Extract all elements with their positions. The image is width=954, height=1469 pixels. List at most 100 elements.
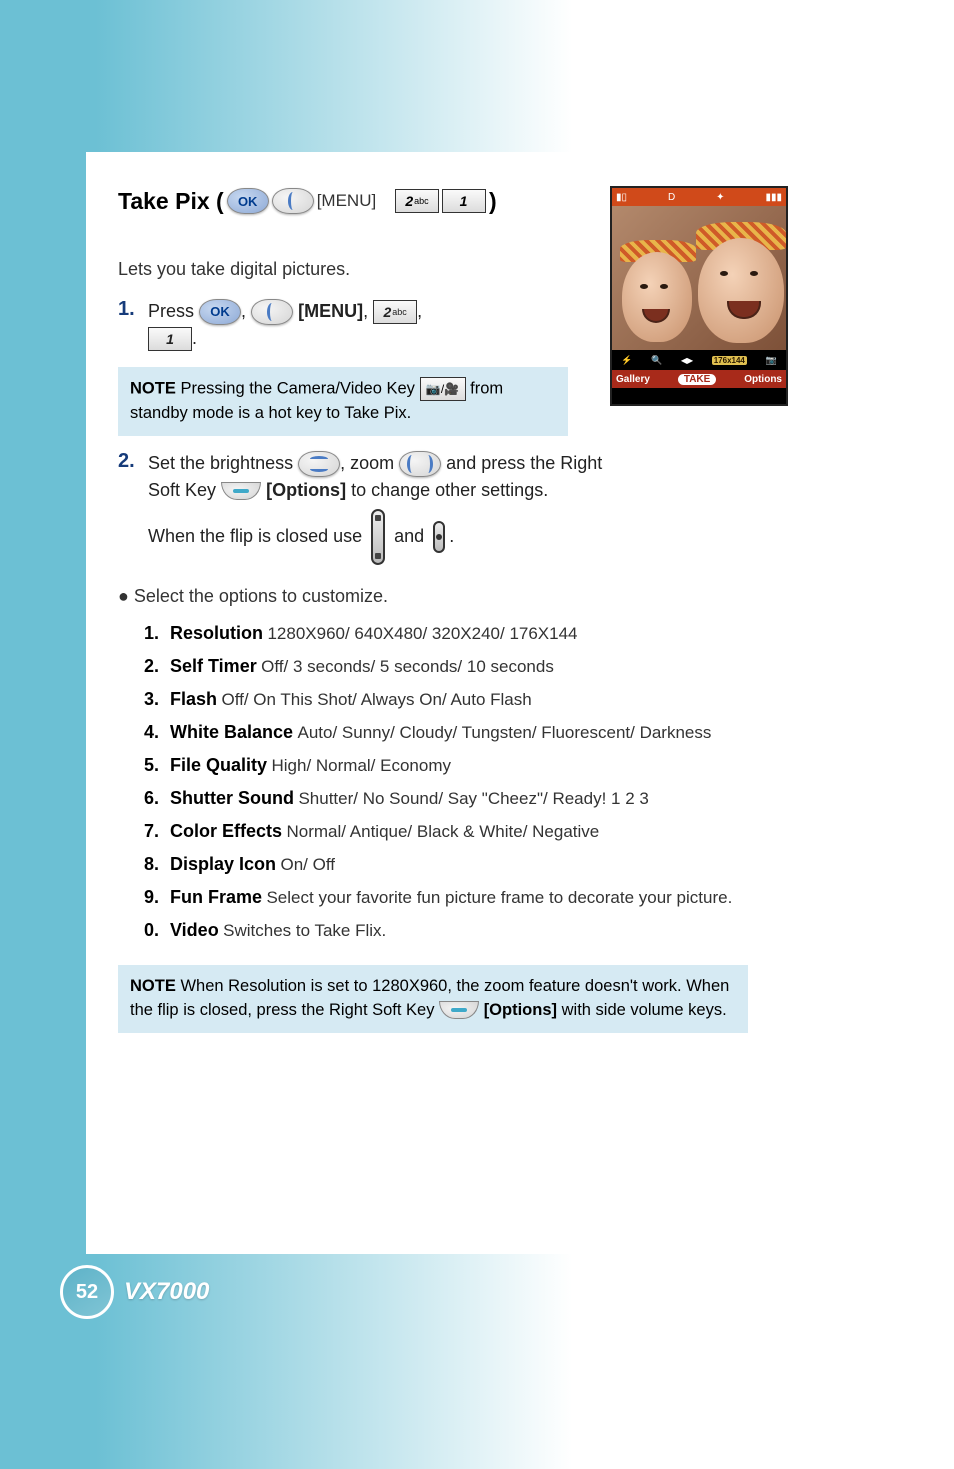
side-volume-key-icon xyxy=(371,509,385,565)
option-item: 6. Shutter Sound Shutter/ No Sound/ Say … xyxy=(142,788,782,809)
ok-key-icon: OK xyxy=(227,188,269,214)
phone-screenshot: ▮▯ D ✦ ▮▮▮ ⚡ 🔍 ◀▶ 176x144 📷 Ga xyxy=(610,186,788,406)
menu-label: [MENU] xyxy=(298,301,363,321)
option-desc: On/ Off xyxy=(280,855,335,874)
option-title: Flash xyxy=(170,689,217,709)
option-item: 7. Color Effects Normal/ Antique/ Black … xyxy=(142,821,782,842)
option-number: 6. xyxy=(144,788,162,809)
option-desc: Off/ 3 seconds/ 5 seconds/ 10 seconds xyxy=(261,657,554,676)
option-item: 5. File Quality High/ Normal/ Economy xyxy=(142,755,782,776)
page-footer: 52 VX7000 xyxy=(60,1265,209,1319)
option-desc: Auto/ Sunny/ Cloudy/ Tungsten/ Fluoresce… xyxy=(297,723,711,742)
right-soft-key-icon xyxy=(221,482,261,500)
option-number: 5. xyxy=(144,755,162,776)
option-desc: Normal/ Antique/ Black & White/ Negative xyxy=(286,822,599,841)
section-title-suffix: ) xyxy=(489,188,497,215)
option-title: Resolution xyxy=(170,623,263,643)
option-item: 3. Flash Off/ On This Shot/ Always On/ A… xyxy=(142,689,782,710)
step2-softkey-word: Soft Key xyxy=(148,480,216,500)
option-desc: 1280X960/ 640X480/ 320X240/ 176X144 xyxy=(267,624,577,643)
key-2-digit: 2 xyxy=(383,302,391,322)
phone-softkey-bar: Gallery TAKE Options xyxy=(612,370,786,388)
step1-word-press: Press xyxy=(148,301,194,321)
option-number: 4. xyxy=(144,722,162,743)
camera-mode-icon: 📷 xyxy=(765,355,776,366)
option-number: 9. xyxy=(144,887,162,908)
updown-nav-key-icon xyxy=(298,451,340,477)
ok-key-label: OK xyxy=(210,303,230,322)
option-item: 0. Video Switches to Take Flix. xyxy=(142,920,782,941)
key-1-icon: 1 xyxy=(148,327,192,351)
intro-text: Lets you take digital pictures. xyxy=(118,256,568,284)
option-title: White Balance xyxy=(170,722,293,742)
step2-a: Set the brightness xyxy=(148,453,293,473)
option-number: 8. xyxy=(144,854,162,875)
option-title: Self Timer xyxy=(170,656,257,676)
option-desc: Off/ On This Shot/ Always On/ Auto Flash xyxy=(221,690,531,709)
step-number: 1. xyxy=(118,298,138,352)
location-icon: ✦ xyxy=(716,192,724,203)
zoom-icon: 🔍 xyxy=(651,355,662,366)
option-number: 3. xyxy=(144,689,162,710)
key-2-digit: 2 xyxy=(405,193,413,209)
key-2-icon: 2 abc xyxy=(373,300,417,324)
key-1-digit: 1 xyxy=(166,329,174,349)
model-label: VX7000 xyxy=(124,1278,209,1306)
option-title: Display Icon xyxy=(170,854,276,874)
step-text: Press OK , [MENU], 2 abc , 1 . xyxy=(148,298,422,352)
side-camera-key-icon xyxy=(433,521,445,553)
leftright-nav-key-icon xyxy=(399,451,441,477)
camera-video-key-icon: 📷/🎥 xyxy=(420,377,466,401)
options-lead: ● Select the options to customize. xyxy=(118,583,898,611)
resolution-chip: 176x144 xyxy=(712,356,747,365)
page-content: Take Pix ( OK [MENU] _ 2 abc 1 ) ▮▯ D ✦ … xyxy=(118,186,898,1033)
option-desc: High/ Normal/ Economy xyxy=(271,756,451,775)
key-1-digit: 1 xyxy=(460,193,468,209)
option-number: 7. xyxy=(144,821,162,842)
option-title: Video xyxy=(170,920,219,940)
note-label: NOTE xyxy=(130,380,176,398)
options-label: [Options] xyxy=(484,1001,557,1019)
page-number: 52 xyxy=(60,1265,114,1319)
key-2-sub: abc xyxy=(414,196,429,206)
option-number: 2. xyxy=(144,656,162,677)
option-desc: Shutter/ No Sound/ Say "Cheez"/ Ready! 1… xyxy=(298,789,648,808)
options-label: [Options] xyxy=(266,480,346,500)
step2-a3: and press the Right xyxy=(446,453,602,473)
battery-icon: ▮▮▮ xyxy=(765,192,782,203)
option-number: 0. xyxy=(144,920,162,941)
option-desc: Switches to Take Flix. xyxy=(223,921,386,940)
step-2: 2. Set the brightness , zoom and press t… xyxy=(118,450,758,565)
data-icon: D xyxy=(668,192,675,203)
left-nav-key-icon xyxy=(251,299,293,325)
option-desc: Select your favorite fun picture frame t… xyxy=(266,888,732,907)
note-text-a: Pressing the Camera/Video Key xyxy=(180,380,415,398)
phone-status-bar: ▮▯ D ✦ ▮▮▮ xyxy=(612,188,786,206)
options-list: 1. Resolution 1280X960/ 640X480/ 320X240… xyxy=(142,623,782,941)
right-soft-key-icon xyxy=(439,1001,479,1019)
option-title: File Quality xyxy=(170,755,267,775)
ok-key-icon: OK xyxy=(199,299,241,325)
softkey-left-label: Gallery xyxy=(616,374,650,385)
key-1-icon: 1 xyxy=(442,189,486,213)
softkey-right-label: Options xyxy=(744,374,782,385)
note-box-2: NOTE When Resolution is set to 1280X960,… xyxy=(118,965,748,1033)
signal-icon: ▮▯ xyxy=(616,192,627,203)
option-item: 9. Fun Frame Select your favorite fun pi… xyxy=(142,887,782,908)
softkey-center-label: TAKE xyxy=(678,374,716,385)
note-label: NOTE xyxy=(130,977,176,995)
step2-suffix: to change other settings. xyxy=(351,480,548,500)
option-number: 1. xyxy=(144,623,162,644)
viewfinder: ⚡ 🔍 ◀▶ 176x144 📷 xyxy=(612,206,786,370)
option-item: 2. Self Timer Off/ 3 seconds/ 5 seconds/… xyxy=(142,656,782,677)
controls-hint-mid: and xyxy=(394,526,424,546)
note-box-1: NOTE Pressing the Camera/Video Key 📷/🎥 f… xyxy=(118,367,568,435)
viewfinder-toolbar: ⚡ 🔍 ◀▶ 176x144 📷 xyxy=(612,350,786,370)
section-title-prefix: Take Pix ( xyxy=(118,188,224,215)
flash-icon: ⚡ xyxy=(621,355,632,366)
step-text: Set the brightness , zoom and press the … xyxy=(148,450,602,565)
left-nav-key-icon xyxy=(272,188,314,214)
key-2-icon: 2 abc xyxy=(395,189,439,213)
ok-key-label: OK xyxy=(238,194,258,209)
step-number: 2. xyxy=(118,450,138,565)
